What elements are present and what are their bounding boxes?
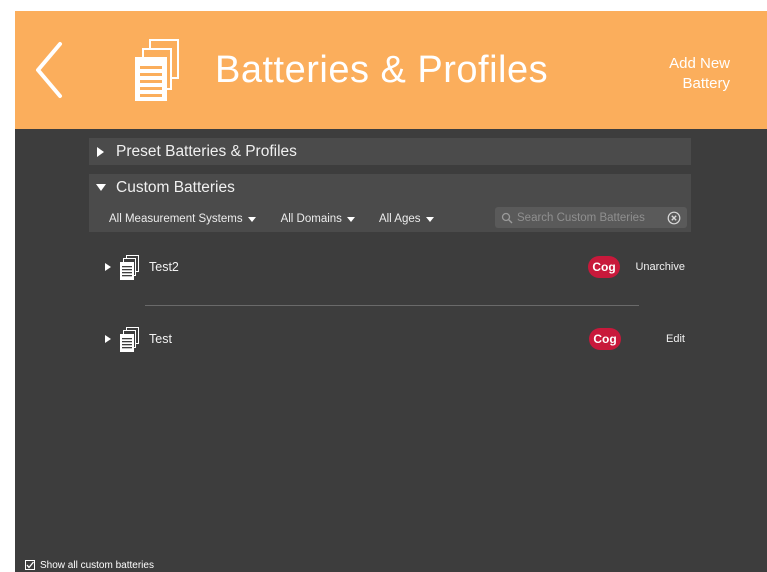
documents-stack-icon xyxy=(120,254,139,280)
documents-stack-icon xyxy=(120,326,139,352)
ages-filter-dropdown[interactable]: All Ages xyxy=(379,213,434,225)
search-icon xyxy=(501,212,513,223)
checkbox-checked-icon[interactable] xyxy=(25,560,35,570)
add-new-battery-button[interactable]: Add New Battery xyxy=(630,54,730,94)
page-title: Batteries & Profiles xyxy=(215,49,549,91)
header-bar: Batteries & Profiles Add New Battery xyxy=(15,11,767,129)
edit-button[interactable]: Edit xyxy=(666,333,685,345)
app-window: Batteries & Profiles Add New Battery Pre… xyxy=(15,11,767,572)
measurement-filter-label: All Measurement Systems xyxy=(109,213,243,225)
expand-triangle-icon[interactable] xyxy=(105,335,111,343)
back-button[interactable] xyxy=(33,41,65,99)
custom-section-toggle[interactable]: Custom Batteries xyxy=(96,174,235,201)
expand-triangle-icon xyxy=(97,146,104,157)
battery-row[interactable]: Test2 Cog Unarchive xyxy=(105,250,691,284)
measurement-filter-dropdown[interactable]: All Measurement Systems xyxy=(109,213,256,225)
chevron-left-icon xyxy=(36,42,62,98)
cog-badge: Cog xyxy=(588,256,620,278)
filter-bar: All Measurement Systems All Domains All … xyxy=(109,211,434,227)
custom-section-header: Custom Batteries All Measurement Systems… xyxy=(89,174,691,232)
ages-filter-label: All Ages xyxy=(378,213,421,225)
expand-triangle-icon[interactable] xyxy=(105,263,111,271)
domains-filter-dropdown[interactable]: All Domains xyxy=(281,213,355,225)
unarchive-button[interactable]: Unarchive xyxy=(635,261,685,273)
domains-filter-label: All Domains xyxy=(280,213,342,225)
add-new-line1: Add New xyxy=(669,55,730,72)
documents-stack-icon xyxy=(135,39,179,101)
cog-badge: Cog xyxy=(589,328,621,350)
search-box xyxy=(495,207,687,228)
caret-down-icon xyxy=(346,216,355,222)
preset-section-header[interactable]: Preset Batteries & Profiles xyxy=(89,138,691,165)
caret-down-icon xyxy=(425,216,434,222)
add-new-line2: Battery xyxy=(682,75,730,92)
show-all-label: Show all custom batteries xyxy=(40,559,154,571)
caret-down-icon xyxy=(247,216,256,222)
battery-row[interactable]: Test Cog Edit xyxy=(105,322,691,356)
custom-section-label: Custom Batteries xyxy=(116,178,235,196)
show-all-toggle[interactable]: Show all custom batteries xyxy=(25,559,154,571)
clear-search-icon[interactable] xyxy=(667,211,681,225)
collapse-triangle-icon xyxy=(96,184,106,191)
preset-section-label: Preset Batteries & Profiles xyxy=(116,142,297,160)
search-input[interactable] xyxy=(513,211,667,224)
row-divider xyxy=(145,305,639,306)
